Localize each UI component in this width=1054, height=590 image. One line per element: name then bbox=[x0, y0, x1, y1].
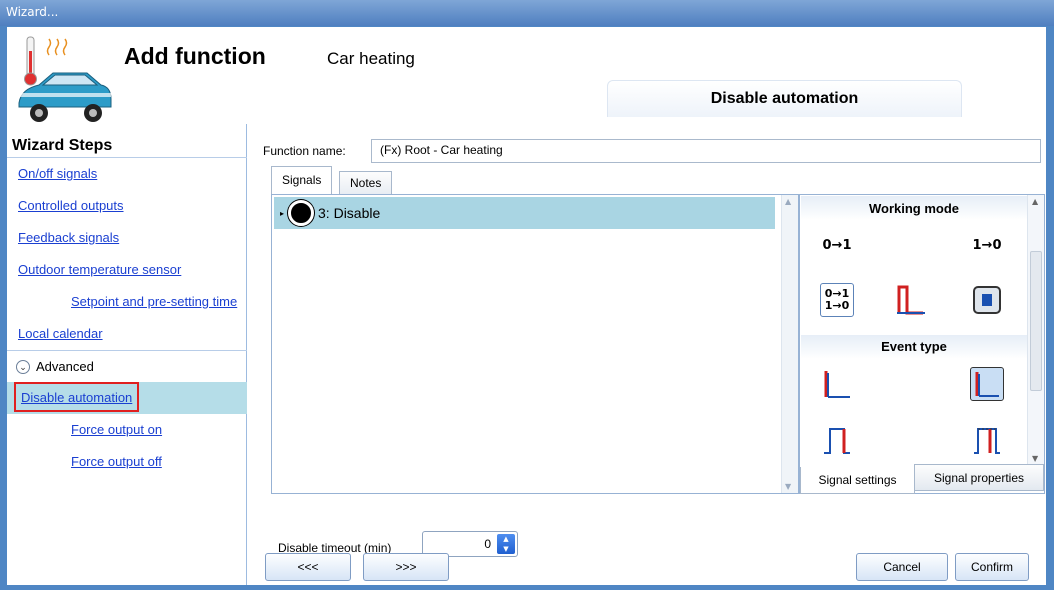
cancel-button[interactable]: Cancel bbox=[856, 553, 948, 581]
scroll-down-icon[interactable]: ▼ bbox=[1032, 454, 1038, 463]
falling-edge-mode-icon[interactable]: 1→0 bbox=[970, 229, 1004, 263]
step-link[interactable]: Local calendar bbox=[18, 326, 103, 341]
step-feedback-signals[interactable]: Feedback signals bbox=[7, 222, 247, 254]
step-outdoor-temperature-sensor[interactable]: Outdoor temperature sensor bbox=[7, 254, 247, 286]
step-on-off-signals[interactable]: On/off signals bbox=[7, 158, 247, 190]
wizard-window: Add function Car heating Disable automat… bbox=[7, 27, 1046, 585]
function-name-input[interactable]: (Fx) Root - Car heating bbox=[371, 139, 1041, 163]
pulse-train-event-icon[interactable] bbox=[970, 423, 1004, 457]
event-type-title: Event type bbox=[881, 339, 947, 354]
next-button[interactable]: >>> bbox=[363, 553, 449, 581]
step-force-output-on[interactable]: Force output on bbox=[7, 414, 247, 446]
expand-arrow-icon[interactable]: ▸ bbox=[280, 209, 284, 218]
tab-notes[interactable]: Notes bbox=[339, 171, 393, 194]
step-link[interactable]: Feedback signals bbox=[18, 230, 119, 245]
page-subtitle: Car heating bbox=[327, 49, 415, 68]
rising-event-icon[interactable] bbox=[820, 367, 854, 401]
step-local-calendar[interactable]: Local calendar bbox=[7, 318, 247, 350]
selected-step-highlight: Disable automation bbox=[14, 382, 140, 412]
selected-event-icon[interactable] bbox=[970, 367, 1004, 401]
signals-list: ▸ 3: Disable ▲ ▼ bbox=[271, 194, 799, 494]
main-content: Function name: (Fx) Root - Car heating S… bbox=[251, 124, 1046, 585]
wizard-steps-title: Wizard Steps bbox=[12, 137, 113, 154]
scroll-down-icon[interactable]: ▼ bbox=[785, 482, 791, 491]
step-setpoint-pre-setting[interactable]: Setpoint and pre-setting time bbox=[7, 286, 247, 318]
wizard-steps-list: On/off signals Controlled outputs Feedba… bbox=[7, 157, 247, 478]
both-edges-mode-icon[interactable]: 0→1 1→0 bbox=[820, 283, 854, 317]
signal-disable-icon bbox=[288, 200, 315, 226]
signal-row[interactable]: ▸ 3: Disable bbox=[274, 197, 775, 229]
step-controlled-outputs[interactable]: Controlled outputs bbox=[7, 190, 247, 222]
window-title: Wizard... bbox=[6, 5, 59, 19]
step-force-output-off[interactable]: Force output off bbox=[7, 446, 247, 478]
step-link[interactable]: Disable automation bbox=[21, 390, 132, 405]
pulse-event-icon[interactable] bbox=[820, 423, 854, 457]
advanced-label: Advanced bbox=[36, 358, 94, 374]
settings-scrollbar[interactable]: ▲ ▼ bbox=[1027, 195, 1044, 465]
scroll-up-icon[interactable]: ▲ bbox=[785, 197, 791, 206]
step-link[interactable]: On/off signals bbox=[18, 166, 97, 181]
car-heating-icon bbox=[17, 33, 113, 125]
tab-signals[interactable]: Signals bbox=[271, 166, 333, 194]
working-mode-title: Working mode bbox=[868, 201, 960, 216]
scrollbar-thumb[interactable] bbox=[1030, 251, 1042, 391]
step-link[interactable]: Setpoint and pre-setting time bbox=[71, 294, 237, 309]
section-tab: Disable automation bbox=[607, 80, 962, 117]
rising-edge-mode-icon[interactable]: 0→1 bbox=[820, 229, 854, 263]
device-mode-icon[interactable] bbox=[970, 283, 1004, 317]
confirm-button[interactable]: Confirm bbox=[955, 553, 1029, 581]
step-link[interactable]: Outdoor temperature sensor bbox=[18, 262, 181, 277]
signals-scrollbar[interactable]: ▲ ▼ bbox=[781, 195, 798, 493]
function-name-label: Function name: bbox=[263, 144, 346, 158]
step-disable-automation[interactable]: Disable automation bbox=[7, 382, 247, 414]
previous-button[interactable]: <<< bbox=[265, 553, 351, 581]
step-link[interactable]: Controlled outputs bbox=[18, 198, 124, 213]
wizard-steps-panel: Wizard Steps On/off signals Controlled o… bbox=[7, 124, 247, 585]
page-title: Add function bbox=[124, 43, 266, 69]
tab-signal-properties[interactable]: Signal properties bbox=[914, 464, 1044, 491]
settings-tabs: Signal settings Signal properties bbox=[800, 464, 1044, 494]
timeout-value[interactable]: 0 bbox=[484, 537, 491, 551]
step-link[interactable]: Force output off bbox=[71, 454, 162, 469]
chevron-down-icon[interactable]: ⌄ bbox=[16, 359, 30, 374]
signal-settings-panel: Working mode 0→1 1→0 0→11→0 Event type bbox=[799, 194, 1045, 494]
window-titlebar: Wizard... bbox=[0, 0, 1054, 26]
level-mode-icon[interactable] bbox=[893, 283, 927, 317]
tab-signal-settings[interactable]: Signal settings bbox=[800, 467, 915, 494]
signal-label: 3: Disable bbox=[318, 205, 381, 221]
advanced-toggle[interactable]: ⌄ Advanced bbox=[7, 350, 247, 382]
step-link[interactable]: Force output on bbox=[71, 422, 162, 437]
scroll-up-icon[interactable]: ▲ bbox=[1032, 197, 1038, 206]
spinner-arrows-icon[interactable]: ▲ ▼ bbox=[497, 534, 515, 554]
